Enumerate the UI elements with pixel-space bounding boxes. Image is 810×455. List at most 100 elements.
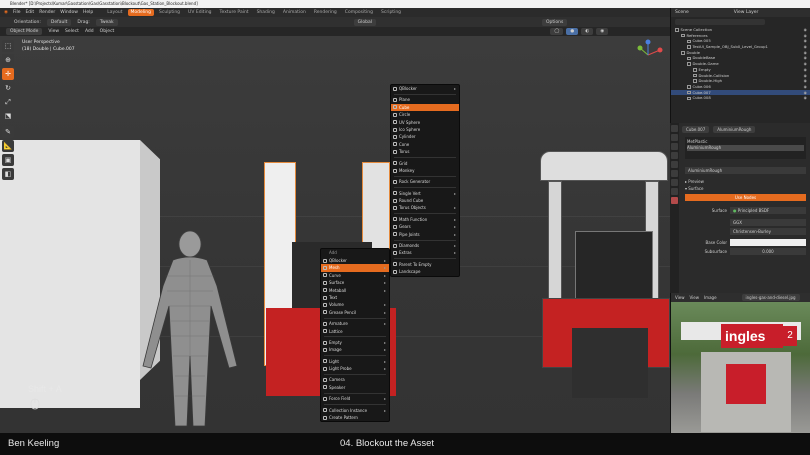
header-menu-select[interactable]: Select bbox=[65, 29, 79, 34]
mesh-menu-item-round-cube[interactable]: Round Cube bbox=[391, 197, 459, 204]
add-menu-item-collection-instance[interactable]: Collection Instance ▸ bbox=[321, 407, 389, 414]
add-menu-item-light[interactable]: Light ▸ bbox=[321, 358, 389, 365]
workspace-tab-compositing[interactable]: Compositing bbox=[342, 9, 376, 16]
material-shading-button[interactable]: ◐ bbox=[581, 28, 594, 35]
add-menu-item-create-pattern[interactable]: Create Pattern bbox=[321, 414, 389, 421]
mesh-menu-item-plane[interactable]: Plane bbox=[391, 96, 459, 103]
pump-lower-panel[interactable] bbox=[572, 328, 648, 398]
tool-tab-icon[interactable] bbox=[671, 125, 678, 132]
image-menu-view[interactable]: View bbox=[675, 295, 685, 300]
workspace-tab-rendering[interactable]: Rendering bbox=[311, 9, 340, 16]
collection-checkbox-icon[interactable] bbox=[687, 39, 691, 44]
mesh-menu-item-diamonds[interactable]: Diamonds ▸ bbox=[391, 242, 459, 249]
collection-checkbox-icon[interactable] bbox=[681, 33, 685, 38]
header-menu-view[interactable]: View bbox=[48, 29, 59, 34]
mesh-menu-item-torus[interactable]: Torus bbox=[391, 148, 459, 155]
menu-window[interactable]: Window bbox=[60, 10, 78, 15]
workspace-tab-scripting[interactable]: Scripting bbox=[378, 9, 404, 16]
add-menu-item-curve[interactable]: Curve ▸ bbox=[321, 272, 389, 279]
add-menu-item-image[interactable]: Image ▸ bbox=[321, 346, 389, 353]
pump-top-canopy[interactable] bbox=[540, 151, 668, 181]
subsurface-method-dropdown[interactable]: Christensen-Burley bbox=[730, 228, 806, 235]
object-tab-icon[interactable] bbox=[671, 170, 678, 177]
add-menu-item-camera[interactable]: Camera bbox=[321, 376, 389, 383]
image-menu-image[interactable]: Image bbox=[704, 295, 717, 300]
cursor-icon[interactable]: ⊕ bbox=[2, 54, 14, 66]
human-reference-mesh[interactable] bbox=[125, 226, 255, 433]
move-icon[interactable]: ✛ bbox=[2, 68, 14, 80]
section-preview[interactable]: ▸ Preview bbox=[685, 178, 810, 185]
pump-screen-box[interactable] bbox=[575, 231, 653, 301]
add-cube-icon[interactable]: ▣ bbox=[2, 154, 14, 166]
outliner-search-input[interactable] bbox=[675, 19, 765, 25]
collection-checkbox-icon[interactable] bbox=[687, 56, 691, 61]
orientation-dropdown[interactable]: Default bbox=[46, 18, 72, 26]
mesh-menu-item-gears[interactable]: Gears ▸ bbox=[391, 223, 459, 230]
scene-tab-icon[interactable] bbox=[671, 152, 678, 159]
subsurface-field[interactable]: 0.000 bbox=[730, 248, 806, 255]
select-icon[interactable]: ⬚ bbox=[2, 40, 14, 52]
workspace-tab-layout[interactable]: Layout bbox=[104, 9, 125, 16]
add-menu-item-speaker[interactable]: Speaker bbox=[321, 384, 389, 391]
workspace-tab-sculpting[interactable]: Sculpting bbox=[156, 9, 183, 16]
rotate-icon[interactable]: ↻ bbox=[2, 82, 14, 94]
extrude-icon[interactable]: ◧ bbox=[2, 168, 14, 180]
world-tab-icon[interactable] bbox=[671, 161, 678, 168]
view-layer-label[interactable]: View Layer bbox=[734, 10, 759, 15]
menu-edit[interactable]: Edit bbox=[25, 10, 34, 15]
material-name-field[interactable]: AluminiumRough bbox=[713, 125, 756, 133]
material-tab-icon[interactable] bbox=[671, 197, 678, 204]
mesh-menu-item-pipe-joints[interactable]: Pipe Joints ▸ bbox=[391, 231, 459, 238]
transform-orientation-dropdown[interactable]: Global bbox=[353, 18, 377, 26]
use-nodes-button[interactable]: Use Nodes bbox=[685, 194, 806, 201]
workspace-tab-modeling[interactable]: Modeling bbox=[127, 9, 155, 16]
rendered-shading-button[interactable]: ◉ bbox=[596, 28, 609, 35]
add-menu-item-light-probe[interactable]: Light Probe ▸ bbox=[321, 365, 389, 372]
collection-checkbox-icon[interactable] bbox=[687, 96, 691, 100]
add-menu-item-empty[interactable]: Empty ▸ bbox=[321, 339, 389, 346]
mesh-menu-item-cone[interactable]: Cone bbox=[391, 141, 459, 148]
add-menu-item-lattice[interactable]: Lattice bbox=[321, 328, 389, 335]
mesh-menu-item-cylinder[interactable]: Cylinder bbox=[391, 133, 459, 140]
mesh-menu-item-cube[interactable]: Cube bbox=[391, 103, 459, 112]
add-menu-item-force-field[interactable]: Force Field ▸ bbox=[321, 395, 389, 402]
mesh-menu-item-single-vert[interactable]: Single Vert ▸ bbox=[391, 190, 459, 197]
workspace-tab-texture-paint[interactable]: Texture Paint bbox=[217, 9, 252, 16]
collection-checkbox-icon[interactable] bbox=[687, 45, 691, 49]
mesh-menu-item-math-function[interactable]: Math Function ▸ bbox=[391, 216, 459, 223]
object-name-field[interactable]: Cube.007 bbox=[682, 125, 710, 133]
collection-checkbox-icon[interactable] bbox=[687, 85, 691, 89]
collection-checkbox-icon[interactable] bbox=[693, 73, 697, 78]
collection-checkbox-icon[interactable] bbox=[693, 79, 697, 83]
add-menu-item-grease-pencil[interactable]: Grease Pencil ▸ bbox=[321, 309, 389, 316]
header-menu-add[interactable]: Add bbox=[85, 29, 94, 34]
scene-label[interactable]: Scene bbox=[675, 10, 689, 15]
mode-dropdown[interactable]: Object Mode bbox=[6, 28, 43, 35]
menu-help[interactable]: Help bbox=[83, 10, 93, 15]
workspace-tab-animation[interactable]: Animation bbox=[280, 9, 309, 16]
outliner-row[interactable]: Cube.008 ◉ bbox=[671, 95, 810, 101]
mesh-menu-item-torus-objects[interactable]: Torus Objects ▸ bbox=[391, 204, 459, 211]
mesh-menu-item-qblocker[interactable]: QBlocker ▸ bbox=[391, 85, 459, 92]
annotate-icon[interactable]: ✎ bbox=[2, 126, 14, 138]
add-menu-item-surface[interactable]: Surface ▸ bbox=[321, 279, 389, 286]
wireframe-shading-button[interactable]: ◯ bbox=[550, 28, 564, 35]
header-menu-object[interactable]: Object bbox=[100, 29, 115, 34]
add-menu-item-text[interactable]: Text bbox=[321, 294, 389, 301]
output-tab-icon[interactable] bbox=[671, 143, 678, 150]
mesh-menu-item-circle[interactable]: Circle bbox=[391, 111, 459, 118]
add-menu-item-armature[interactable]: Armature ▸ bbox=[321, 320, 389, 327]
distribution-dropdown[interactable]: GGX bbox=[730, 219, 806, 226]
mesh-menu-item-rock-generator[interactable]: Rock Generator bbox=[391, 178, 459, 185]
add-menu-item-qblocker[interactable]: QBlocker ▸ bbox=[321, 257, 389, 264]
material-field[interactable]: AluminiumRough bbox=[685, 167, 806, 174]
collection-checkbox-icon[interactable] bbox=[675, 28, 679, 32]
collection-checkbox-icon[interactable] bbox=[687, 62, 691, 66]
base-color-swatch[interactable] bbox=[730, 239, 806, 246]
collection-checkbox-icon[interactable] bbox=[693, 68, 697, 72]
menu-render[interactable]: Render bbox=[39, 10, 55, 15]
material-slot-active[interactable]: AluminiumRough bbox=[687, 145, 804, 151]
blender-logo-icon[interactable]: ◉ bbox=[4, 10, 8, 15]
render-tab-icon[interactable] bbox=[671, 134, 678, 141]
scale-icon[interactable]: ⤢ bbox=[2, 96, 14, 108]
